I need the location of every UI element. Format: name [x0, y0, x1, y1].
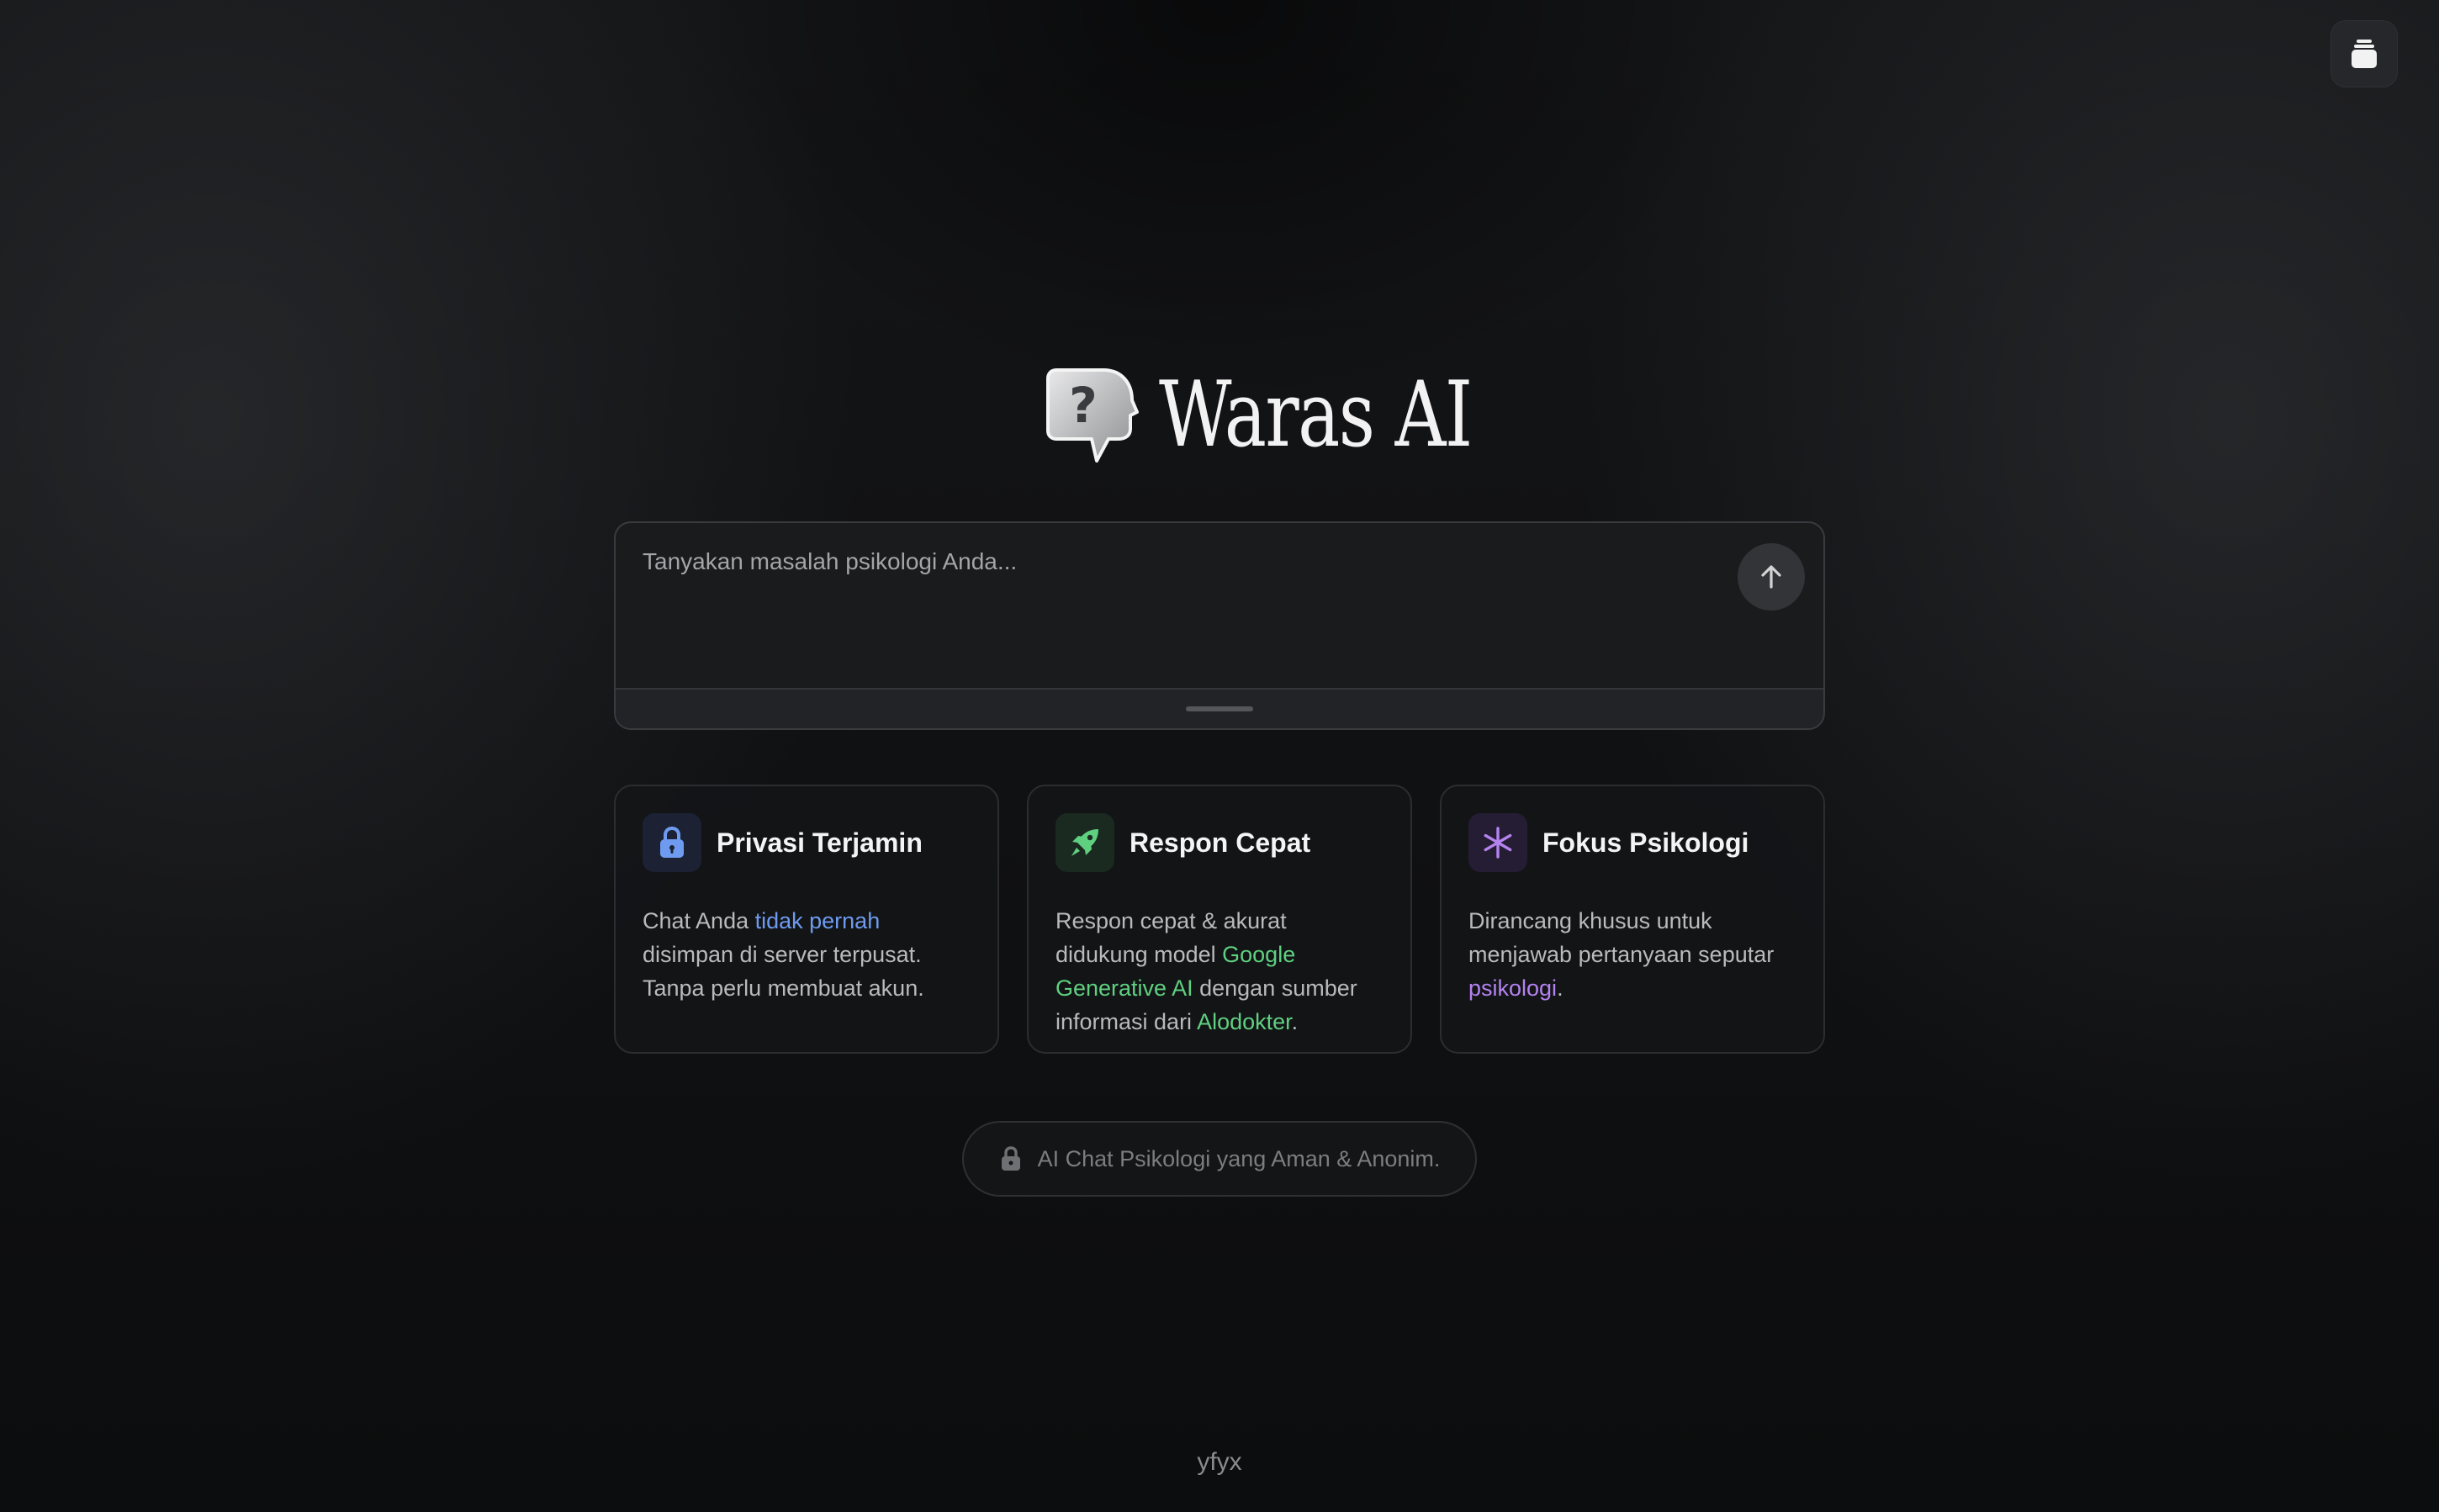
footer-text: yfyx — [1197, 1448, 1242, 1476]
lock-icon — [1001, 1146, 1020, 1171]
feature-card-speed: Respon Cepat Respon cepat & akurat diduk… — [1027, 785, 1412, 1054]
feature-card-psychology: Fokus Psikologi Dirancang khusus untuk m… — [1440, 785, 1825, 1054]
card-description: Chat Anda tidak pernah disimpan di serve… — [643, 908, 924, 1001]
rocket-icon — [1055, 813, 1114, 872]
chat-input-box — [614, 521, 1825, 730]
feature-card-privacy: Privasi Terjamin Chat Anda tidak pernah … — [614, 785, 999, 1054]
brand-logo: ? Waras AI — [1045, 363, 1559, 468]
card-title: Privasi Terjamin — [717, 827, 923, 858]
send-button[interactable] — [1738, 543, 1805, 611]
card-description: Respon cepat & akurat didukung model Goo… — [1055, 908, 1357, 1034]
highlight-text: psikologi — [1468, 975, 1558, 1001]
card-description: Dirancang khusus untuk menjawab pertanya… — [1468, 908, 1775, 1001]
lock-icon — [643, 813, 701, 872]
svg-text:?: ? — [1069, 377, 1098, 434]
brand-title: Waras AI — [1159, 362, 1473, 468]
card-title: Respon Cepat — [1130, 827, 1311, 858]
sidebar-toggle-button[interactable] — [2331, 20, 2398, 87]
privacy-badge: AI Chat Psikologi yang Aman & Anonim. — [962, 1121, 1477, 1197]
privacy-badge-text: AI Chat Psikologi yang Aman & Anonim. — [1037, 1145, 1441, 1171]
stack-icon — [2352, 40, 2377, 68]
resize-handle[interactable] — [616, 688, 1823, 728]
resize-grip — [1186, 706, 1253, 711]
card-title: Fokus Psikologi — [1542, 827, 1749, 858]
chat-input[interactable] — [616, 523, 1731, 688]
arrow-up-icon — [1761, 565, 1781, 589]
highlight-text: Alodokter — [1197, 1009, 1292, 1034]
highlight-text: tidak pernah — [754, 908, 881, 933]
head-question-icon: ? — [1046, 368, 1139, 463]
asterisk-icon — [1468, 813, 1527, 872]
